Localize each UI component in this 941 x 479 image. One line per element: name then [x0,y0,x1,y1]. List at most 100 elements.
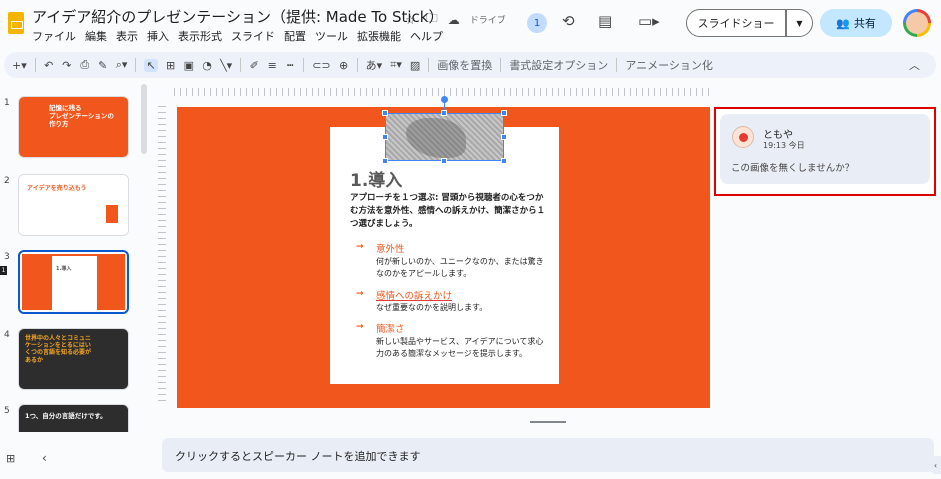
select-icon[interactable]: ↖ [144,58,158,72]
resize-handle-se[interactable] [501,158,507,164]
format-options-button[interactable]: 書式設定オプション [509,57,608,73]
thumb-text: 1.導入 [56,266,72,272]
slideshow-dropdown-button[interactable]: ▼ [786,9,813,37]
menu-slide[interactable]: スライド [231,28,275,44]
menu-insert[interactable]: 挿入 [147,28,169,44]
thumb-text: アイデアを売り込もう [27,185,87,192]
rotate-handle[interactable] [441,96,448,103]
menu-file[interactable]: ファイル [32,28,76,44]
menu-arrange[interactable]: 配置 [284,28,306,44]
resize-handle-e[interactable] [501,134,507,140]
crop-icon[interactable]: ⌗▾ [390,58,402,72]
share-button[interactable]: 👥 共有 [820,9,892,37]
text-format-icon[interactable]: あ▾ [366,57,383,73]
viewers-badge[interactable]: 1 [527,13,547,33]
menu-help[interactable]: ヘルプ [410,28,443,44]
toolbar: +▾ ↶ ↷ ⎙ ✎ ⌕▾ ↖ ⊞ ▣ ◔ ╲▾ ✐ ≡ ┅ ⊂⊃ ⊕ あ▾ ⌗… [4,52,936,78]
resize-handle-n[interactable] [441,110,447,116]
shape-icon[interactable]: ◔ [202,59,212,72]
bullet-body[interactable]: 何が新しいのか、ユニークなのか、または驚きなのかをアピールします。 [376,256,546,280]
bullet-heading[interactable]: 意外性 [376,241,405,255]
border-dash-icon[interactable]: ┅ [285,59,295,72]
resize-handle-ne[interactable] [501,110,507,116]
bullet-body[interactable]: なぜ重要なのかを説明します。 [376,302,546,314]
menu-tools[interactable]: ツール [315,28,348,44]
slide-lead-text[interactable]: アプローチを１つ選ぶ: 冒頭から視聴者の心をつかむ方法を意外性、感情への訴えかけ… [350,192,548,232]
move-folder-icon[interactable]: 🗀 [426,9,438,30]
menu-bar: ファイル 編集 表示 挿入 表示形式 スライド 配置 ツール 拡張機能 ヘルプ [32,28,443,44]
animate-button[interactable]: アニメーション化 [625,57,713,73]
side-panel-toggle[interactable]: ‹ [930,456,941,474]
chevron-left-icon[interactable]: ‹ [42,451,47,465]
menu-edit[interactable]: 編集 [85,28,107,44]
slide-thumb-4[interactable]: 世界中の人々とコミュニケーションをとるにはいくつの言語を知る必要があるか [18,328,129,390]
undo-icon[interactable]: ↶ [44,59,54,72]
comments-icon[interactable]: ▤ [598,12,612,30]
paint-format-icon[interactable]: ✎ [98,59,108,72]
menu-extensions[interactable]: 拡張機能 [357,28,401,44]
toolbar-divider [356,58,358,72]
slide-thumb-1[interactable]: 記憶に残る プレゼンテーションの 作り方 [18,96,129,158]
print-icon[interactable]: ⎙ [80,58,90,72]
image-icon[interactable]: ▣ [184,59,194,72]
slides-logo-icon[interactable] [8,12,24,34]
commenter-avatar [732,126,754,148]
new-slide-icon[interactable]: +▾ [12,59,27,72]
link-icon[interactable]: ⊂⊃ [312,59,330,72]
toolbar-divider [500,58,502,72]
slide-thumb-5[interactable]: 1つ、自分の言語だけです。 [18,404,129,432]
chevron-left-icon: ‹ [933,460,938,470]
thumb-text: 記憶に残る プレゼンテーションの 作り方 [49,104,114,128]
resize-handle-nw[interactable] [382,110,388,116]
meet-icon[interactable]: ▭▸ [638,12,660,30]
bullet-heading[interactable]: 感情への訴えかけ [376,288,452,302]
border-weight-icon[interactable]: ≡ [267,59,277,72]
speaker-notes-placeholder: クリックするとスピーカー ノートを追加できます [175,450,421,463]
bullet-body[interactable]: 新しい製品やサービス、アイデアについて求心力のある簡潔なメッセージを提示します。 [376,336,546,360]
notes-resize-handle[interactable] [530,421,566,423]
chevron-down-icon: ▼ [796,18,803,28]
resize-handle-w[interactable] [382,134,388,140]
line-icon[interactable]: ╲▾ [220,59,232,72]
slide-thumb-3[interactable]: 1.導入 [18,250,129,314]
resize-handle-s[interactable] [441,158,447,164]
menu-view[interactable]: 表示 [116,28,138,44]
comment-add-icon[interactable]: ⊕ [339,59,349,72]
grid-view-icon[interactable]: ⊞ [6,452,15,465]
slide-thumb-2[interactable]: アイデアを売り込もう [18,174,129,236]
toolbar-divider [303,58,305,72]
horizontal-ruler[interactable] [174,88,710,96]
redo-icon[interactable]: ↷ [62,59,72,72]
arrow-icon: → [356,322,364,332]
drive-label: ドライブ [469,16,506,26]
bullet-heading[interactable]: 簡潔さ [376,321,405,335]
vertical-ruler[interactable] [158,106,166,406]
history-icon[interactable]: ⟲ [562,12,575,30]
comment-time: 19:13 今日 [763,141,805,150]
text-box-icon[interactable]: ⊞ [166,59,176,72]
app-header: アイデア紹介のプレゼンテーション（提供: Made To Stick） ☆ 🗀 … [0,0,941,50]
menu-format[interactable]: 表示形式 [178,28,222,44]
border-color-icon[interactable]: ✐ [249,59,259,72]
thumb-book-image [106,205,118,223]
toolbar-divider [135,58,137,72]
selected-image[interactable] [385,113,504,161]
account-avatar[interactable] [903,9,931,37]
collapse-toolbar-icon[interactable]: ︿ [909,57,920,73]
slide-title[interactable]: 1.導入 [350,166,402,191]
image-options-icon[interactable]: ▨ [410,59,420,72]
replace-image-button[interactable]: 画像を置換 [437,57,492,73]
current-slide-marker: 1 [0,266,7,275]
share-label: 共有 [853,17,876,30]
slides-app: アイデア紹介のプレゼンテーション（提供: Made To Stick） ☆ 🗀 … [0,0,941,479]
cloud-status-icon[interactable]: ☁ [448,13,460,27]
slideshow-button[interactable]: スライドショー [686,9,786,37]
document-title[interactable]: アイデア紹介のプレゼンテーション（提供: Made To Stick） [32,6,444,27]
slide-number: 4 [4,330,10,340]
slide-number: 3 [4,252,10,262]
resize-handle-sw[interactable] [382,158,388,164]
star-icon[interactable]: ☆ [405,13,416,27]
zoom-icon[interactable]: ⌕▾ [116,58,128,72]
filmstrip-scrollbar[interactable] [141,84,147,154]
thumb-text: 世界中の人々とコミュニケーションをとるにはいくつの言語を知る必要があるか [25,335,92,364]
